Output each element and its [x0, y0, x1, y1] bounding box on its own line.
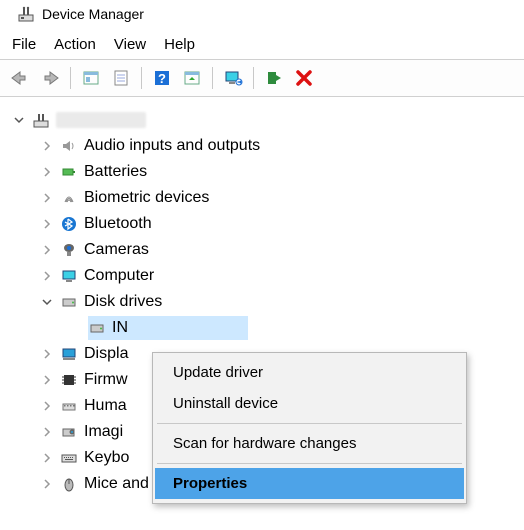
- mouse-icon: [60, 475, 78, 493]
- chip-icon: [60, 371, 78, 389]
- toolbar-separator: [70, 67, 71, 89]
- tree-item-computer[interactable]: Computer: [12, 263, 520, 289]
- imaging-icon: [60, 423, 78, 441]
- expander-closed-icon[interactable]: [40, 217, 54, 231]
- svg-text:?: ?: [158, 71, 166, 86]
- disk-drive-icon: [60, 293, 78, 311]
- remove-button[interactable]: [290, 64, 318, 92]
- hid-icon: [60, 397, 78, 415]
- expander-closed-icon[interactable]: [40, 269, 54, 283]
- tree-item-disk-drives[interactable]: Disk drives: [12, 289, 520, 315]
- bluetooth-icon: [60, 215, 78, 233]
- menubar: File Action View Help: [0, 30, 524, 59]
- ctx-update-driver[interactable]: Update driver: [155, 357, 464, 388]
- battery-icon: [60, 163, 78, 181]
- tree-item-batteries[interactable]: Batteries: [12, 159, 520, 185]
- forward-button[interactable]: [36, 64, 64, 92]
- properties-sheet-button[interactable]: [107, 64, 135, 92]
- monitor-icon: [60, 267, 78, 285]
- expander-closed-icon[interactable]: [40, 451, 54, 465]
- uninstall-device-button[interactable]: [219, 64, 247, 92]
- tree-item-label: Computer: [84, 264, 154, 289]
- expander-closed-icon[interactable]: [40, 165, 54, 179]
- tree-item-label: Huma: [84, 394, 127, 419]
- menu-view[interactable]: View: [114, 36, 146, 53]
- menu-action[interactable]: Action: [54, 36, 96, 53]
- ctx-properties[interactable]: Properties: [155, 468, 464, 499]
- update-driver-button[interactable]: [178, 64, 206, 92]
- show-hide-console-tree-button[interactable]: [77, 64, 105, 92]
- tree-item-label: Imagi: [84, 420, 123, 445]
- tree-item-label: Keybo: [84, 446, 129, 471]
- expander-closed-icon[interactable]: [40, 191, 54, 205]
- tree-item-audio[interactable]: Audio inputs and outputs: [12, 133, 520, 159]
- tree-item-label: Displa: [84, 342, 128, 367]
- ctx-uninstall-device[interactable]: Uninstall device: [155, 388, 464, 419]
- scan-hardware-button[interactable]: [260, 64, 288, 92]
- expander-spacer: [68, 321, 82, 335]
- camera-icon: [60, 241, 78, 259]
- tree-item-cameras[interactable]: Cameras: [12, 237, 520, 263]
- expander-closed-icon[interactable]: [40, 243, 54, 257]
- expander-closed-icon[interactable]: [40, 139, 54, 153]
- tree-item-label: Batteries: [84, 160, 147, 185]
- toolbar: ?: [0, 59, 524, 97]
- expander-closed-icon[interactable]: [40, 347, 54, 361]
- tree-item-label: IN: [112, 316, 128, 341]
- tree-item-label: Audio inputs and outputs: [84, 134, 260, 159]
- expander-closed-icon[interactable]: [40, 399, 54, 413]
- expander-closed-icon[interactable]: [40, 477, 54, 491]
- context-menu: Update driver Uninstall device Scan for …: [152, 352, 467, 504]
- tree-item-label: Bluetooth: [84, 212, 152, 237]
- ctx-scan-hardware[interactable]: Scan for hardware changes: [155, 428, 464, 459]
- tree-root[interactable]: [12, 107, 520, 133]
- expander-closed-icon[interactable]: [40, 425, 54, 439]
- display-adapter-icon: [60, 345, 78, 363]
- context-menu-separator: [157, 463, 462, 464]
- tree-item-label: Biometric devices: [84, 186, 209, 211]
- toolbar-separator: [212, 67, 213, 89]
- tree-item-bluetooth[interactable]: Bluetooth: [12, 211, 520, 237]
- tree-item-label: Firmw: [84, 368, 128, 393]
- menu-file[interactable]: File: [12, 36, 36, 53]
- speaker-icon: [60, 137, 78, 155]
- back-button[interactable]: [6, 64, 34, 92]
- disk-drive-icon: [88, 319, 106, 337]
- computer-root-icon: [32, 111, 50, 129]
- expander-open-icon[interactable]: [12, 113, 26, 127]
- toolbar-separator: [253, 67, 254, 89]
- expander-closed-icon[interactable]: [40, 373, 54, 387]
- toolbar-separator: [141, 67, 142, 89]
- help-button[interactable]: ?: [148, 64, 176, 92]
- tree-item-label: Cameras: [84, 238, 149, 263]
- window-title: Device Manager: [42, 6, 144, 22]
- keyboard-icon: [60, 449, 78, 467]
- computer-name-redacted: [56, 112, 146, 128]
- tree-item-label: Disk drives: [84, 290, 162, 315]
- titlebar: Device Manager: [0, 0, 524, 30]
- context-menu-separator: [157, 423, 462, 424]
- tree-item-disk-child-selected[interactable]: IN: [12, 315, 520, 341]
- menu-help[interactable]: Help: [164, 36, 195, 53]
- tree-item-biometric[interactable]: Biometric devices: [12, 185, 520, 211]
- expander-open-icon[interactable]: [40, 295, 54, 309]
- app-icon: [18, 6, 34, 22]
- fingerprint-icon: [60, 189, 78, 207]
